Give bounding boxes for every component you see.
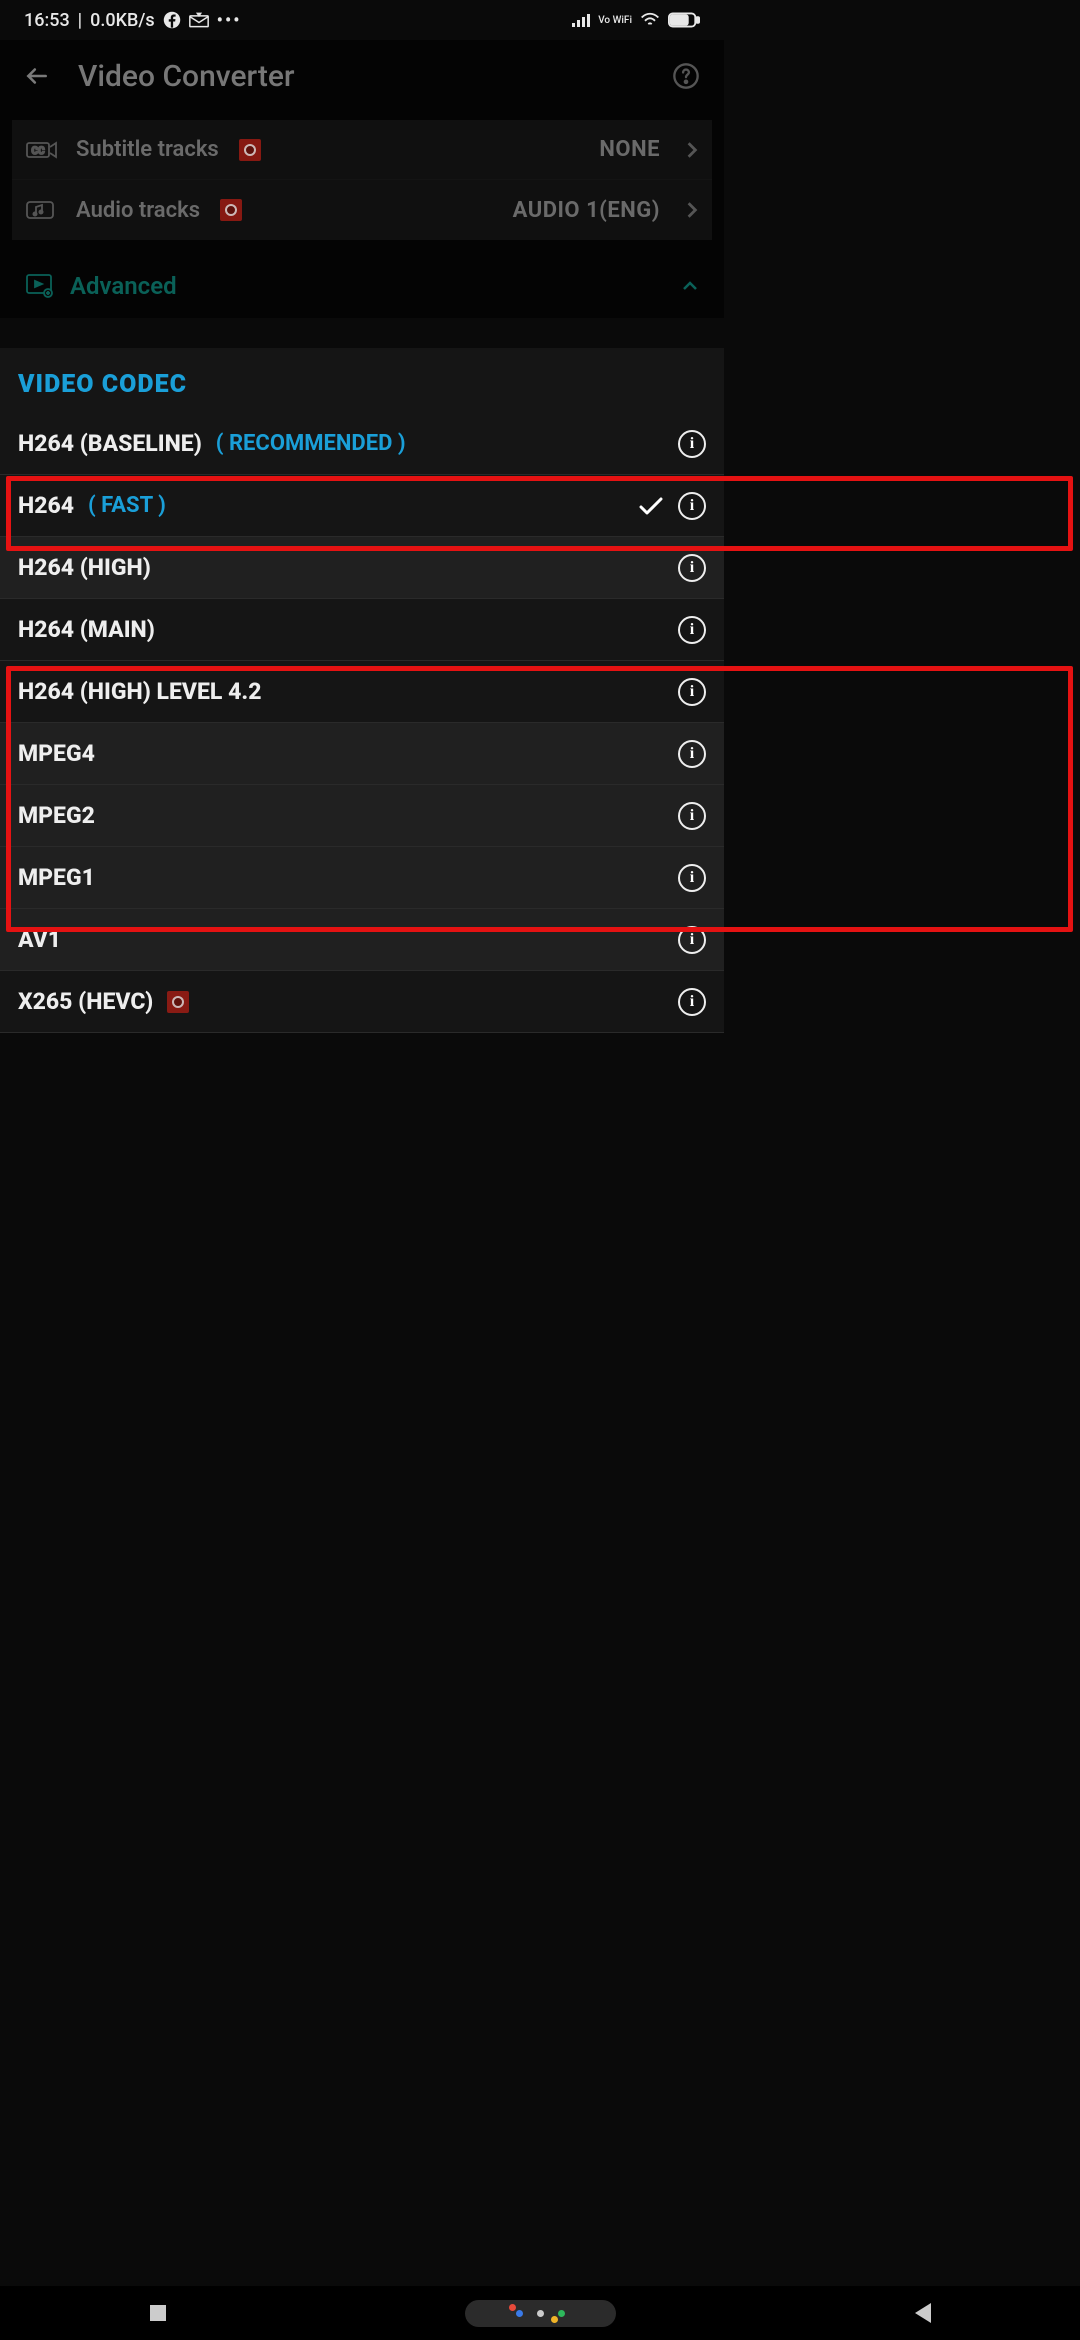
facebook-icon — [163, 11, 181, 29]
subtitle-tracks-label: Subtitle tracks — [76, 137, 219, 162]
info-icon[interactable]: i — [678, 740, 706, 768]
status-right: Vo WiFi — [572, 12, 700, 28]
back-arrow-icon[interactable] — [24, 63, 50, 89]
wifi-icon — [640, 12, 660, 28]
status-time: 16:53 — [24, 10, 70, 31]
chevron-right-icon — [686, 141, 698, 159]
info-icon[interactable]: i — [678, 926, 706, 954]
status-left: 16:53 | 0.0KB/s ••• — [24, 10, 242, 31]
battery-icon — [668, 12, 700, 28]
audio-tracks-value: AUDIO 1(ENG) — [513, 198, 660, 223]
nav-back-button[interactable] — [915, 2303, 931, 2323]
codec-option[interactable]: AV1 i — [0, 909, 724, 971]
info-icon[interactable]: i — [678, 802, 706, 830]
signal-icon — [572, 13, 590, 27]
app-header: Video Converter — [0, 40, 724, 112]
premium-badge-icon — [167, 991, 189, 1013]
info-icon[interactable]: i — [678, 616, 706, 644]
more-dots-icon: ••• — [217, 10, 242, 31]
codec-name: AV1 — [18, 926, 61, 953]
codec-option[interactable]: MPEG4 i — [0, 723, 724, 785]
codec-option[interactable]: H264 (HIGH) i — [0, 537, 724, 599]
codec-tag: ( RECOMMENDED ) — [216, 431, 406, 456]
chevron-right-icon — [686, 201, 698, 219]
premium-badge-icon — [220, 199, 242, 221]
nav-home-button[interactable] — [465, 2300, 616, 2327]
codec-option[interactable]: H264 (MAIN) i — [0, 599, 724, 661]
codec-option[interactable]: H264 (BASELINE) ( RECOMMENDED ) i — [0, 413, 724, 475]
audio-icon — [26, 199, 60, 221]
status-net-speed: 0.0KB/s — [90, 10, 155, 31]
video-codec-panel: VIDEO CODEC H264 (BASELINE) ( RECOMMENDED… — [0, 348, 724, 1033]
subtitle-tracks-value: NONE — [599, 137, 660, 162]
app-title: Video Converter — [78, 59, 295, 94]
system-nav-bar — [0, 2286, 1080, 2340]
codec-name: H264 (HIGH) LEVEL 4.2 — [18, 678, 261, 705]
codec-option[interactable]: H264 ( FAST ) i — [0, 475, 724, 537]
mail-icon — [189, 12, 209, 28]
vowifi-label: Vo WiFi — [598, 16, 632, 25]
advanced-label: Advanced — [70, 272, 177, 300]
subtitle-icon: CC — [26, 139, 60, 161]
codec-tag: ( FAST ) — [88, 493, 166, 518]
info-icon[interactable]: i — [678, 492, 706, 520]
info-icon[interactable]: i — [678, 864, 706, 892]
codec-name: H264 (MAIN) — [18, 616, 155, 643]
audio-tracks-row[interactable]: Audio tracks AUDIO 1(ENG) — [12, 180, 712, 240]
codec-name: MPEG4 — [18, 740, 95, 767]
nav-recents-button[interactable] — [150, 2305, 166, 2321]
check-icon — [638, 496, 664, 516]
codec-name: X265 (HEVC) — [18, 988, 153, 1015]
advanced-section[interactable]: Advanced — [12, 254, 712, 318]
audio-tracks-label: Audio tracks — [76, 198, 200, 223]
info-icon[interactable]: i — [678, 430, 706, 458]
svg-text:CC: CC — [31, 146, 45, 157]
codec-option[interactable]: X265 (HEVC) i — [0, 971, 724, 1033]
codec-name: MPEG1 — [18, 864, 95, 891]
codec-option[interactable]: MPEG1 i — [0, 847, 724, 909]
info-icon[interactable]: i — [678, 678, 706, 706]
info-icon[interactable]: i — [678, 988, 706, 1016]
subtitle-tracks-row[interactable]: CC Subtitle tracks NONE — [12, 120, 712, 180]
video-codec-title: VIDEO CODEC — [0, 348, 724, 413]
codec-list: H264 (BASELINE) ( RECOMMENDED ) i H264 ( FAS… — [0, 413, 724, 1033]
codec-name: H264 — [18, 492, 74, 519]
codec-name: H264 (BASELINE) — [18, 430, 202, 457]
info-icon[interactable]: i — [678, 554, 706, 582]
codec-name: MPEG2 — [18, 802, 95, 829]
chevron-up-icon — [682, 281, 698, 291]
advanced-icon — [26, 274, 54, 298]
settings-panel: CC Subtitle tracks NONE Audio tracks AUD… — [12, 120, 712, 240]
codec-option[interactable]: H264 (HIGH) LEVEL 4.2 i — [0, 661, 724, 723]
help-icon[interactable] — [672, 62, 700, 90]
premium-badge-icon — [239, 139, 261, 161]
codec-name: H264 (HIGH) — [18, 554, 151, 581]
status-bar: 16:53 | 0.0KB/s ••• Vo WiFi — [0, 0, 724, 40]
codec-option[interactable]: MPEG2 i — [0, 785, 724, 847]
